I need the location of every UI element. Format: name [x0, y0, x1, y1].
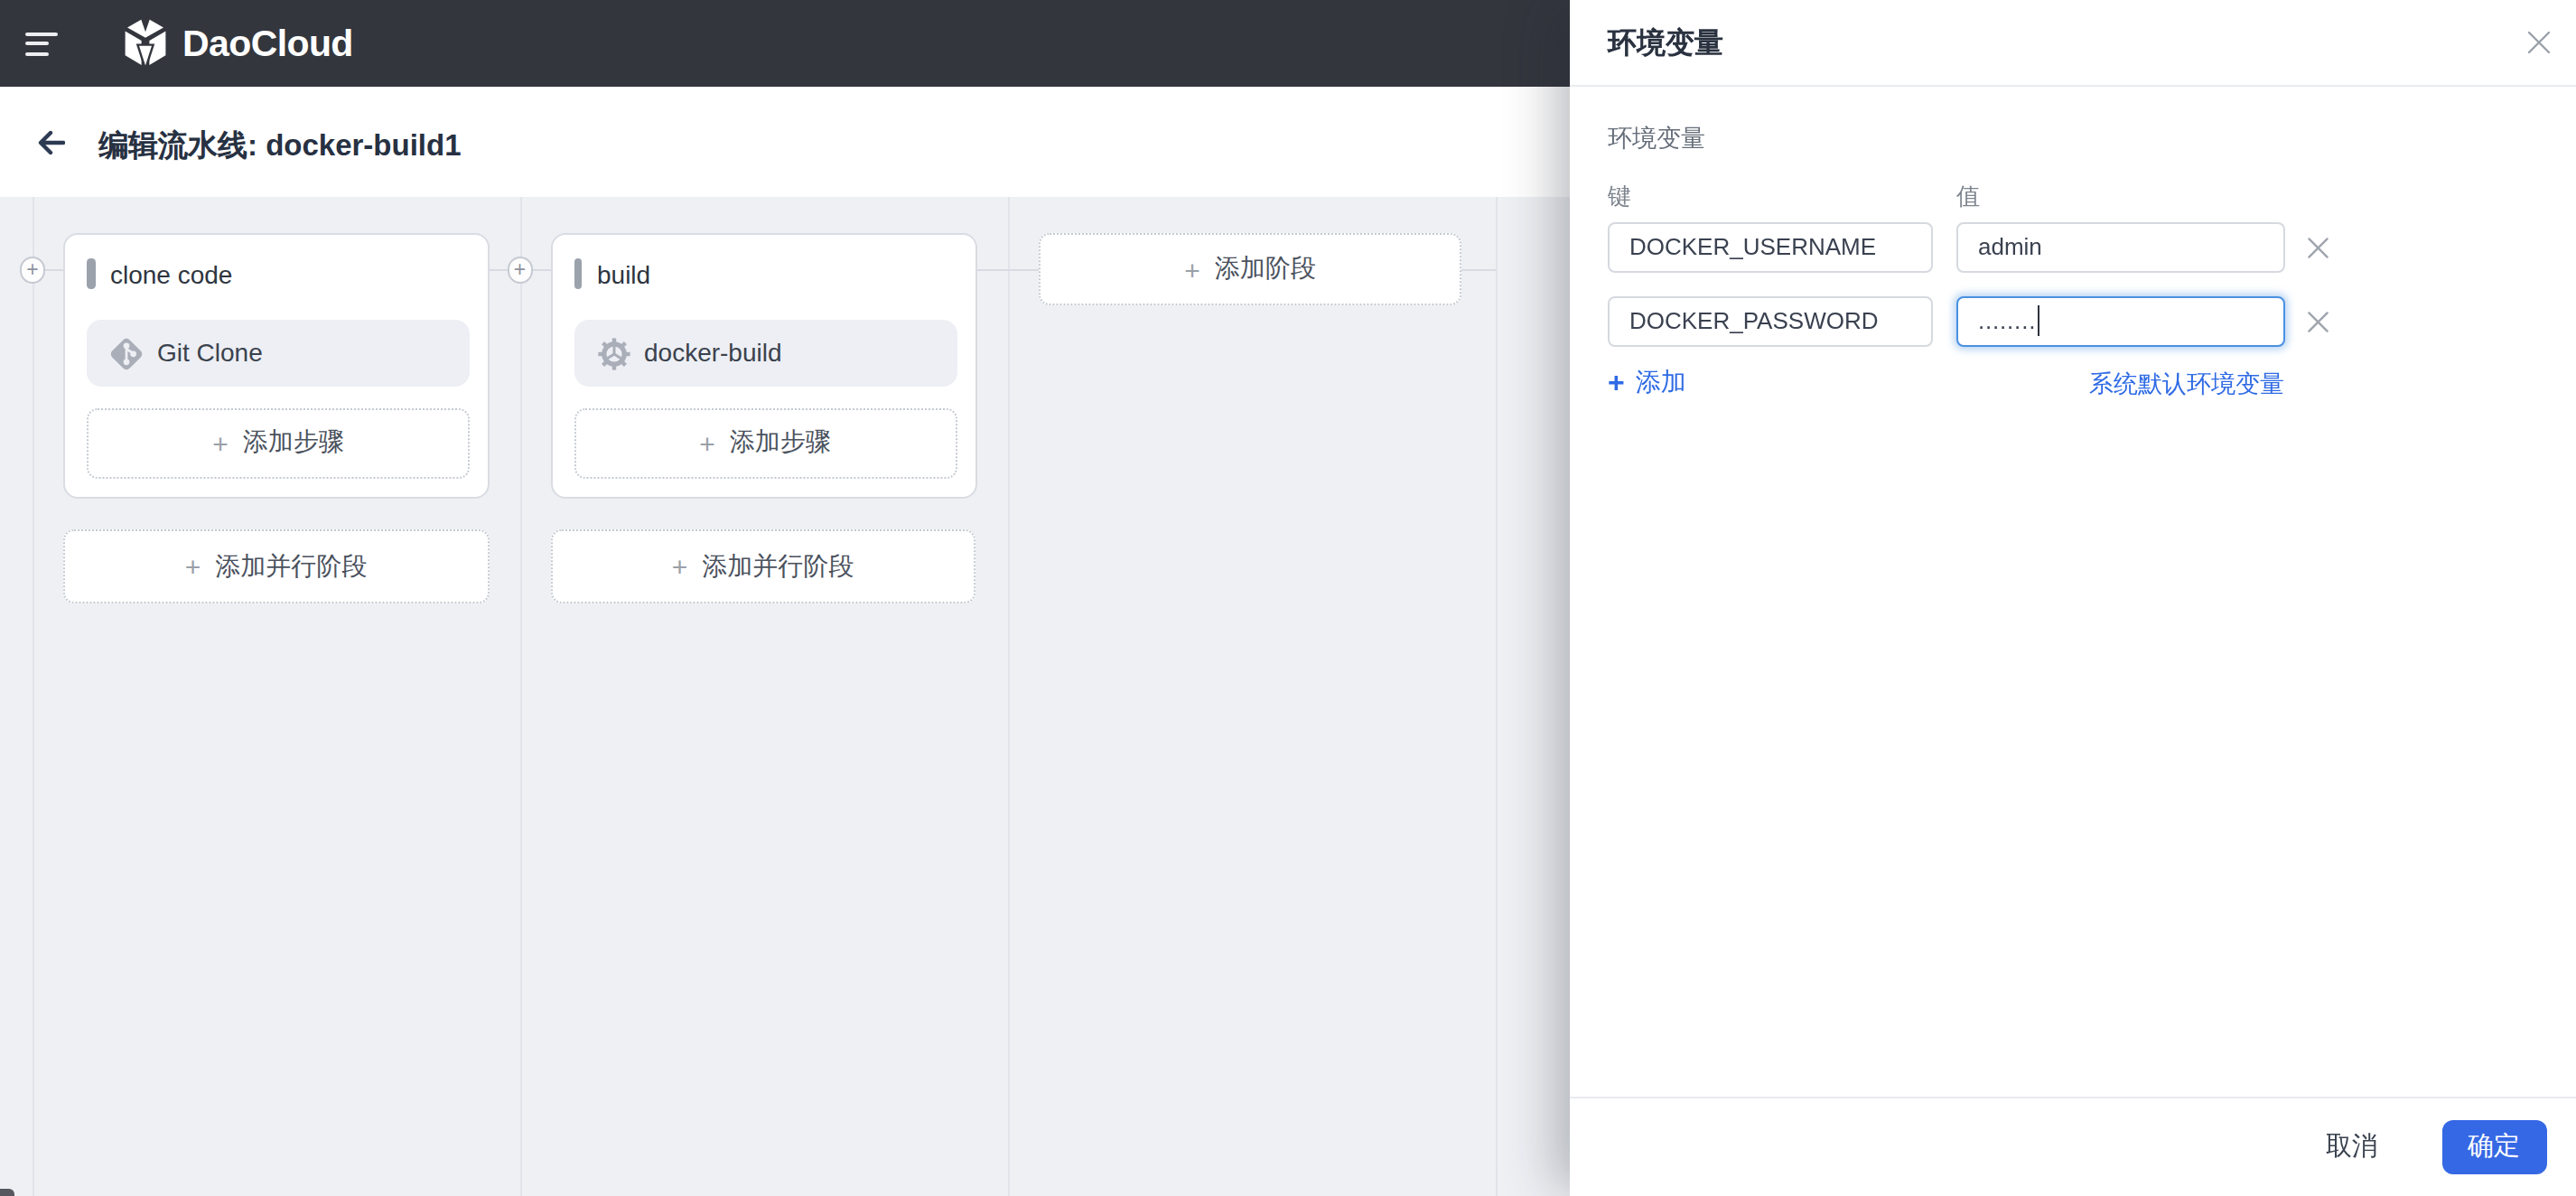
page-header: 编辑流水线: docker-build1 — [0, 87, 1570, 197]
env-key-input[interactable]: DOCKER_USERNAME — [1608, 223, 1933, 274]
add-parallel-stage-button[interactable]: + 添加并行阶段 — [550, 530, 975, 604]
menu-hamburger-icon[interactable] — [25, 32, 58, 57]
plus-icon: + — [185, 554, 201, 581]
add-step-button[interactable]: + 添加步骤 — [574, 408, 957, 478]
confirm-button[interactable]: 确定 — [2441, 1120, 2546, 1173]
top-navigation-bar: DaoCloud — [0, 0, 1570, 87]
close-icon[interactable] — [2525, 29, 2553, 56]
plus-icon: + — [1608, 367, 1625, 397]
step-label: Git Clone — [157, 320, 263, 387]
env-section-label: 环境变量 — [1608, 123, 1705, 155]
step-item-git-clone[interactable]: Git Clone — [87, 320, 470, 387]
plus-icon: + — [699, 430, 715, 457]
stage-card-build[interactable]: build — [550, 233, 976, 499]
column-divider — [520, 197, 522, 1196]
delete-row-icon[interactable] — [2307, 310, 2329, 332]
add-stage-button[interactable]: + 添加阶段 — [1039, 233, 1461, 305]
env-key-input[interactable]: DOCKER_PASSWORD — [1608, 295, 1933, 346]
env-value-input-focused[interactable]: ........ — [1956, 295, 2284, 346]
column-divider — [1008, 197, 1010, 1196]
stage-name: build — [597, 260, 650, 289]
step-item-docker-build[interactable]: docker-build — [574, 320, 957, 387]
cancel-button[interactable]: 取消 — [2298, 1120, 2406, 1173]
gear-icon — [595, 335, 631, 371]
add-env-var-link[interactable]: +添加 — [1608, 365, 1686, 397]
insert-stage-between-icon[interactable]: + — [507, 257, 533, 284]
column-divider — [33, 197, 34, 1196]
stage-drag-handle[interactable] — [87, 257, 95, 288]
insert-stage-before-icon[interactable]: + — [20, 257, 46, 284]
drawer-titlebar: 环境变量 — [1570, 0, 2576, 86]
stage-drag-handle[interactable] — [574, 257, 582, 288]
stage-card-clone-code[interactable]: clone code Git Clone + 添加步骤 — [63, 233, 490, 499]
brand-name: DaoCloud — [182, 0, 353, 87]
add-parallel-stage-button[interactable]: + 添加并行阶段 — [63, 530, 489, 604]
plus-icon: + — [672, 554, 688, 581]
text-caret — [2038, 304, 2039, 335]
value-column-label: 值 — [1956, 181, 1980, 213]
footer-divider — [1570, 1096, 2576, 1098]
page-title: 编辑流水线: docker-build1 — [98, 126, 462, 166]
key-column-label: 键 — [1608, 181, 1631, 213]
scrollbar-corner — [0, 1189, 14, 1196]
app-root: DaoCloud 编辑流水线: docker-build1 + + clone … — [0, 0, 2576, 1196]
plus-icon: + — [1184, 256, 1200, 283]
system-default-env-link[interactable]: 系统默认环境变量 — [2089, 369, 2284, 401]
back-arrow-icon[interactable] — [38, 130, 65, 155]
drawer-title: 环境变量 — [1608, 0, 1723, 85]
plus-icon: + — [212, 430, 229, 457]
add-step-button[interactable]: + 添加步骤 — [87, 408, 470, 478]
env-variables-drawer: 环境变量 环境变量 键 值 DOCKER_USERNAME admin DOCK… — [1570, 0, 2576, 1196]
pipeline-canvas: + + clone code Git Clone + 添加步骤 — [0, 197, 1570, 1196]
step-label: docker-build — [644, 320, 782, 387]
stage-name: clone code — [110, 260, 232, 289]
env-value-input[interactable]: admin — [1956, 223, 2284, 274]
daocloud-logo-icon — [121, 16, 170, 70]
delete-row-icon[interactable] — [2307, 237, 2329, 259]
column-divider — [1495, 197, 1497, 1196]
git-icon — [108, 335, 145, 371]
